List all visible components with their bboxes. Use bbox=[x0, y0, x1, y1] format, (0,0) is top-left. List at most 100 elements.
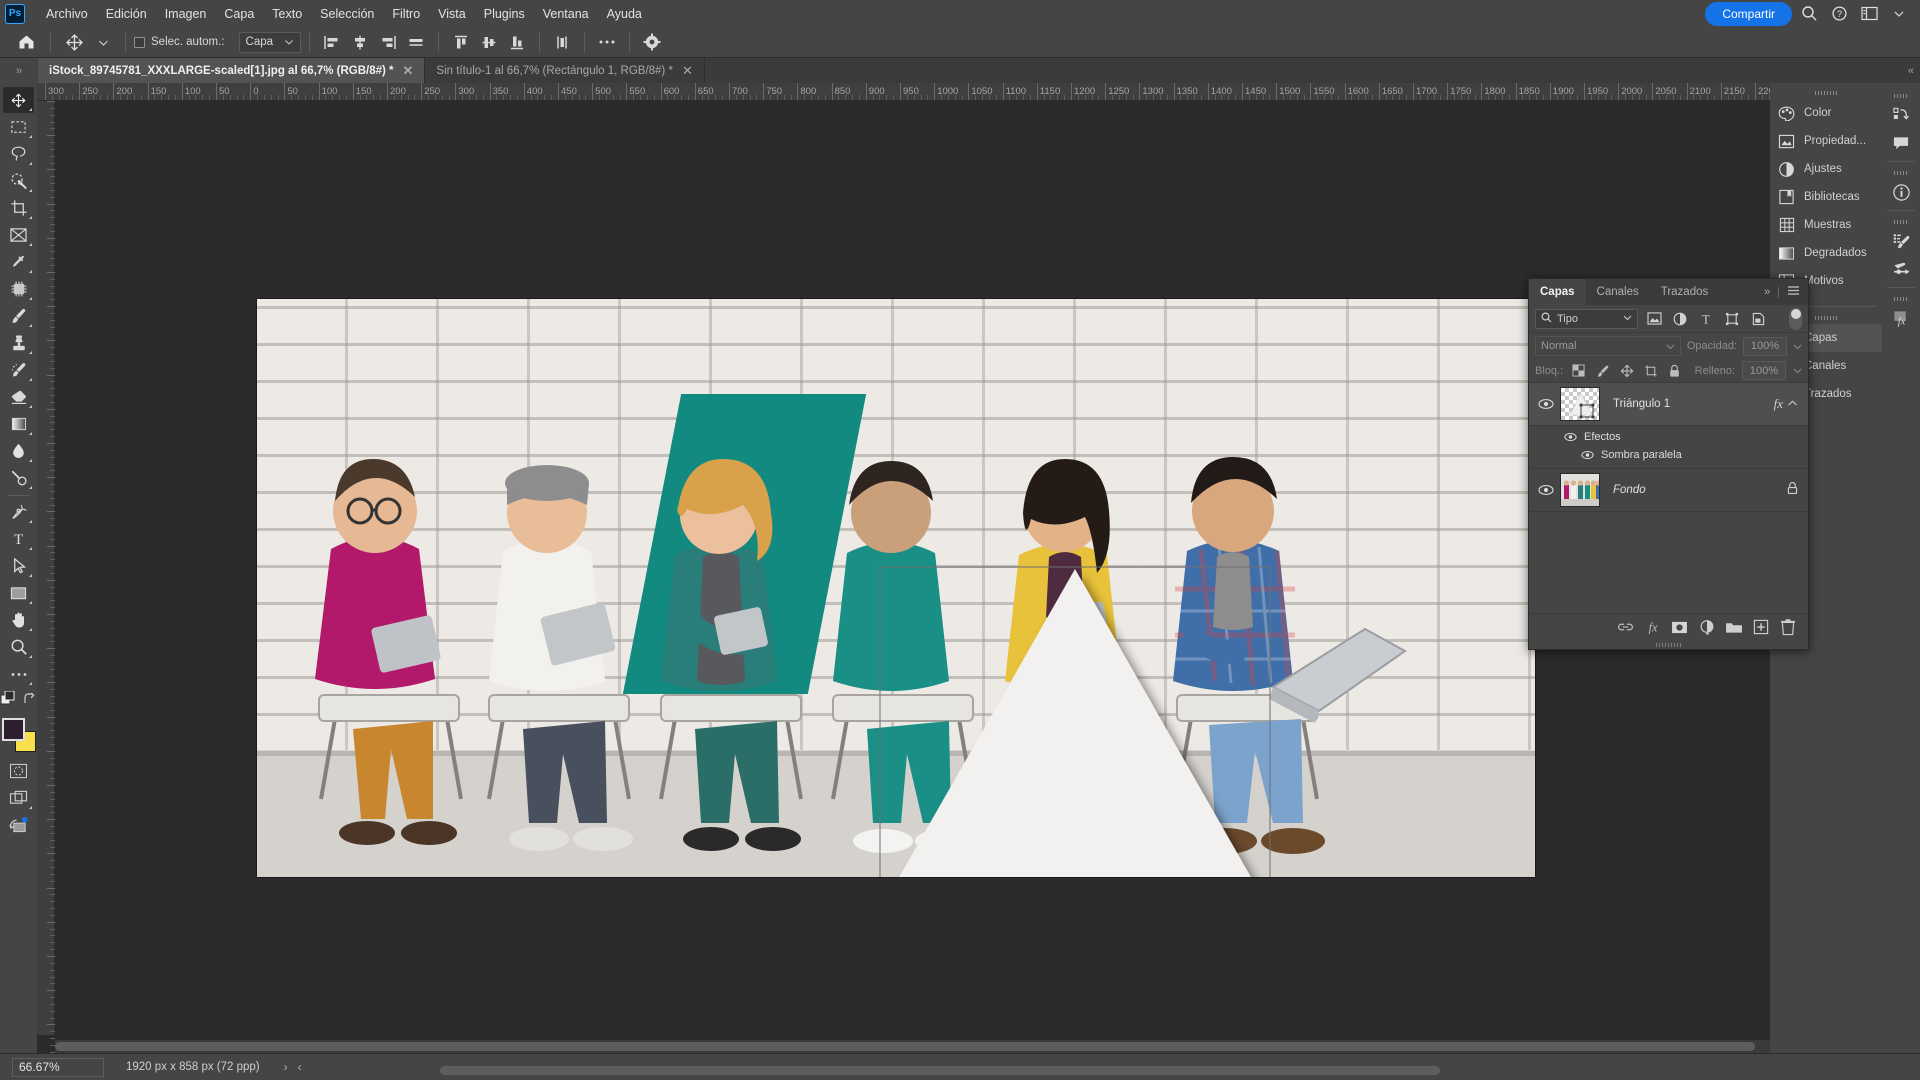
default-colors-icon[interactable] bbox=[0, 690, 17, 712]
tool-path-selection-tool[interactable] bbox=[3, 553, 34, 579]
lock-transparent-pixels-icon[interactable] bbox=[1570, 362, 1587, 379]
layer-effects-expand-chevron-up-icon[interactable] bbox=[1787, 395, 1802, 413]
chevron-double-right-icon[interactable]: » bbox=[1764, 286, 1770, 298]
document-canvas[interactable] bbox=[257, 299, 1535, 877]
chevron-left-icon[interactable]: ‹ bbox=[298, 1060, 302, 1074]
ellipsis-icon[interactable] bbox=[593, 29, 621, 55]
align-right-edges-icon[interactable] bbox=[374, 29, 402, 55]
panel-tab-libraries[interactable]: Bibliotecas bbox=[1770, 183, 1882, 211]
brush-settings-icon[interactable] bbox=[1886, 227, 1916, 255]
fill-value[interactable]: 100% bbox=[1742, 361, 1786, 380]
status-scrollbar-thumb[interactable] bbox=[440, 1066, 1440, 1075]
close-icon[interactable]: ✕ bbox=[682, 64, 693, 77]
chevron-down-icon[interactable] bbox=[1886, 1, 1912, 27]
actions-icon[interactable] bbox=[1886, 101, 1916, 129]
lock-artboard-nesting-icon[interactable] bbox=[1642, 362, 1659, 379]
link-layers-icon[interactable] bbox=[1613, 615, 1638, 639]
tool-type-tool[interactable]: T bbox=[3, 526, 34, 552]
tool-spot-healing-brush-tool[interactable] bbox=[3, 276, 34, 302]
opacity-chevron-down-icon[interactable] bbox=[1793, 342, 1802, 351]
layer-effect-drop-shadow-row[interactable]: Sombra paralela bbox=[1529, 446, 1808, 464]
effects-visibility-eye-icon[interactable] bbox=[1563, 432, 1577, 442]
color-swatches[interactable] bbox=[1, 718, 36, 752]
search-icon[interactable] bbox=[1796, 1, 1822, 27]
quick-mask-icon[interactable] bbox=[3, 758, 34, 784]
tool-preset-chevron-down-icon[interactable] bbox=[89, 29, 117, 55]
home-icon[interactable] bbox=[10, 29, 42, 55]
layers-list[interactable]: Triángulo 1 fx Efectos Sombra paralela F… bbox=[1529, 383, 1808, 613]
menu-seleccion[interactable]: Selección bbox=[311, 3, 383, 25]
panel-group-b-grip[interactable] bbox=[1815, 316, 1837, 320]
layer-effects-icon[interactable]: fx bbox=[1886, 304, 1916, 332]
align-left-edges-icon[interactable] bbox=[318, 29, 346, 55]
tool-lasso-tool[interactable] bbox=[3, 141, 34, 167]
new-layer-icon[interactable] bbox=[1748, 615, 1773, 639]
layers-panel-tab-trazados[interactable]: Trazados bbox=[1650, 279, 1720, 305]
auto-select-checkbox[interactable]: Selec. autom.: bbox=[134, 36, 225, 48]
tool-presets-icon[interactable] bbox=[1886, 255, 1916, 283]
menu-edicion[interactable]: Edición bbox=[97, 3, 156, 25]
auto-select-target-dropdown[interactable]: Capa bbox=[238, 31, 301, 53]
drop-shadow-visibility-eye-icon[interactable] bbox=[1580, 450, 1594, 460]
add-layer-mask-icon[interactable] bbox=[1667, 615, 1692, 639]
layer-name-fondo[interactable]: Fondo bbox=[1613, 484, 1786, 496]
menu-filtro[interactable]: Filtro bbox=[383, 3, 429, 25]
tool-object-selection-tool[interactable] bbox=[3, 168, 34, 194]
fill-chevron-down-icon[interactable] bbox=[1793, 366, 1802, 375]
layers-panel-tab-canales[interactable]: Canales bbox=[1586, 279, 1650, 305]
filter-pixel-icon[interactable] bbox=[1644, 309, 1664, 329]
info-icon[interactable] bbox=[1886, 178, 1916, 206]
layer-effects-group-row[interactable]: Efectos bbox=[1529, 428, 1808, 446]
tool-zoom-tool[interactable] bbox=[3, 634, 34, 660]
blend-mode-dropdown[interactable]: Normal bbox=[1535, 336, 1681, 356]
layer-effects-fx-icon[interactable]: fx bbox=[1774, 396, 1787, 412]
filter-smart-object-icon[interactable] bbox=[1748, 309, 1768, 329]
tab-document-2[interactable]: Sin título-1 al 66,7% (Rectángulo 1, RGB… bbox=[425, 58, 705, 83]
gear-icon[interactable] bbox=[638, 29, 666, 55]
layer-row-triangulo-1[interactable]: Triángulo 1 fx bbox=[1529, 383, 1808, 426]
layers-panel-resize-grip[interactable] bbox=[1529, 640, 1808, 649]
tool-move-tool[interactable] bbox=[3, 87, 34, 113]
tabbar-collapse-icon[interactable]: « bbox=[1908, 58, 1920, 83]
lock-position-icon[interactable] bbox=[1618, 362, 1635, 379]
tool-blur-tool[interactable] bbox=[3, 438, 34, 464]
tool-frame-tool[interactable] bbox=[3, 222, 34, 248]
tool-edit-toolbar-ellipsis-icon[interactable] bbox=[3, 661, 34, 687]
menu-ayuda[interactable]: Ayuda bbox=[598, 3, 651, 25]
new-fill-adjustment-layer-icon[interactable] bbox=[1694, 615, 1719, 639]
panel-group-a-grip[interactable] bbox=[1815, 91, 1837, 95]
filter-enable-toggle[interactable] bbox=[1789, 307, 1802, 330]
distribute-vertical-icon[interactable] bbox=[548, 29, 576, 55]
chevron-down-icon[interactable] bbox=[1623, 313, 1632, 325]
active-tool-move-tool-icon[interactable] bbox=[59, 29, 89, 55]
delete-layer-icon[interactable] bbox=[1775, 615, 1800, 639]
foreground-color-swatch[interactable] bbox=[1, 718, 25, 741]
menu-ventana[interactable]: Ventana bbox=[534, 3, 598, 25]
tool-eyedropper-tool[interactable] bbox=[3, 249, 34, 275]
panel-tab-swatches[interactable]: Muestras bbox=[1770, 211, 1882, 239]
tab-document-1[interactable]: iStock_89745781_XXXLARGE-scaled[1].jpg a… bbox=[38, 58, 426, 83]
lock-all-icon[interactable] bbox=[1666, 362, 1683, 379]
help-icon[interactable]: ? bbox=[1826, 1, 1852, 27]
align-horizontal-centers-icon[interactable] bbox=[346, 29, 374, 55]
new-group-icon[interactable] bbox=[1721, 615, 1746, 639]
close-icon[interactable]: ✕ bbox=[403, 64, 414, 77]
workspace-icon[interactable] bbox=[1856, 1, 1882, 27]
menu-archivo[interactable]: Archivo bbox=[37, 3, 97, 25]
layer-thumbnail-fondo[interactable] bbox=[1560, 473, 1600, 507]
layer-filter-type-dropdown[interactable]: Tipo bbox=[1535, 308, 1638, 329]
chevron-right-icon[interactable]: › bbox=[284, 1060, 288, 1074]
layer-name-triangulo-1[interactable]: Triángulo 1 bbox=[1613, 398, 1774, 410]
layers-panel-tab-capas[interactable]: Capas bbox=[1529, 279, 1586, 305]
menu-plugins[interactable]: Plugins bbox=[475, 3, 534, 25]
tool-gradient-tool[interactable] bbox=[3, 411, 34, 437]
share-button[interactable]: Compartir bbox=[1705, 1, 1792, 26]
dock-grip-3[interactable] bbox=[1894, 220, 1908, 224]
layer-thumbnail-triangulo-1[interactable] bbox=[1560, 387, 1600, 421]
tool-pen-tool[interactable] bbox=[3, 499, 34, 525]
layer-visibility-eye-icon[interactable] bbox=[1535, 484, 1557, 496]
tool-history-brush-tool[interactable] bbox=[3, 357, 34, 383]
dock-grip-4[interactable] bbox=[1894, 297, 1908, 301]
canvas-horizontal-scroll-thumb[interactable] bbox=[55, 1042, 1755, 1051]
share-image-icon[interactable] bbox=[3, 812, 34, 838]
